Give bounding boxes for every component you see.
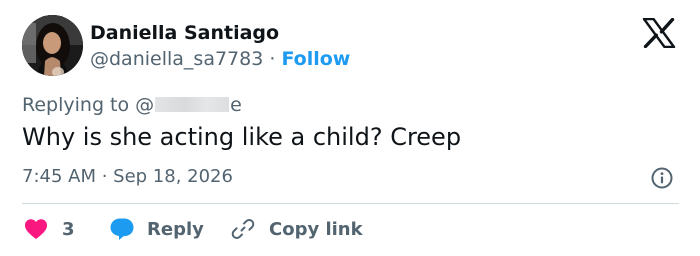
author-handle-line: @daniella_sa7783 · Follow bbox=[90, 48, 350, 70]
replying-suffix: e bbox=[230, 94, 242, 116]
follow-button[interactable]: Follow bbox=[281, 48, 350, 70]
replying-to: Replying to @ e bbox=[22, 94, 242, 116]
like-count: 3 bbox=[62, 218, 75, 240]
tweet-text: Why is she acting like a child? Creep bbox=[22, 123, 462, 151]
reply-bubble-icon bbox=[110, 218, 134, 240]
heart-icon bbox=[25, 219, 47, 239]
like-button[interactable]: 3 bbox=[24, 217, 75, 241]
author-name[interactable]: Daniella Santiago bbox=[90, 22, 279, 44]
divider bbox=[22, 203, 679, 204]
copy-link-label: Copy link bbox=[269, 218, 363, 240]
link-icon bbox=[231, 219, 255, 239]
author-handle[interactable]: @daniella_sa7783 bbox=[90, 48, 263, 70]
replying-prefix: Replying to @ bbox=[22, 94, 155, 116]
copy-link-button[interactable]: Copy link bbox=[231, 217, 363, 241]
tweet-timestamp[interactable]: 7:45 AM · Sep 18, 2026 bbox=[22, 166, 233, 187]
reply-label: Reply bbox=[147, 218, 204, 240]
info-icon[interactable] bbox=[651, 167, 673, 189]
reply-button[interactable]: Reply bbox=[109, 217, 204, 241]
redacted-username bbox=[155, 97, 230, 112]
avatar-image bbox=[22, 15, 83, 76]
x-logo-icon[interactable] bbox=[642, 18, 676, 48]
avatar[interactable] bbox=[22, 15, 83, 76]
tweet-embed-card: Daniella Santiago @daniella_sa7783 · Fol… bbox=[0, 0, 700, 256]
handle-separator: · bbox=[263, 48, 282, 70]
